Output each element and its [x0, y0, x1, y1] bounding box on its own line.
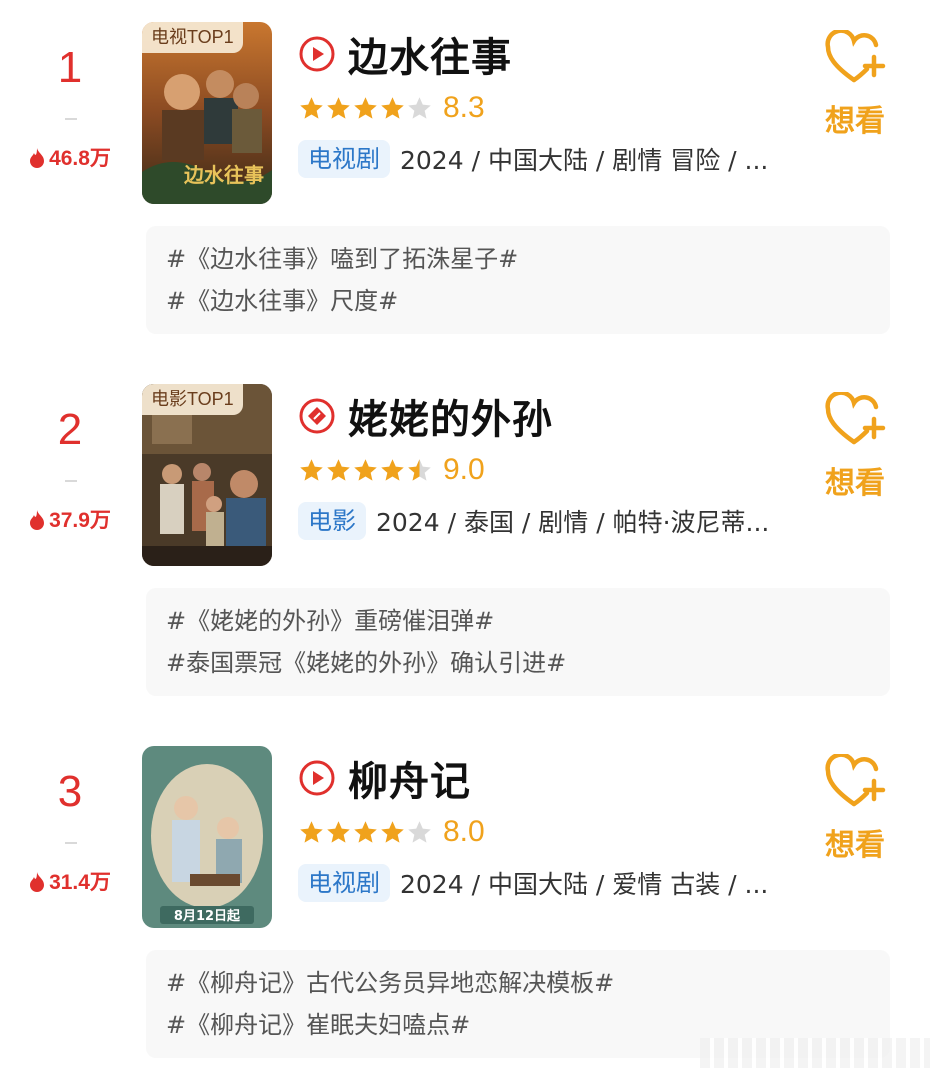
meta-row: 电视剧 2024 / 中国大陆 / 剧情 冒险 / ...: [298, 138, 768, 180]
star-full-icon: [381, 458, 404, 481]
star-half-icon: [408, 458, 431, 481]
score-value: 8.3: [443, 91, 485, 124]
star-full-icon: [300, 96, 323, 119]
star-rating: [298, 457, 433, 484]
star-rating: [298, 819, 433, 846]
topic-link[interactable]: #《边水往事》尺度#: [166, 280, 870, 322]
star-full-icon: [327, 96, 350, 119]
heat-value: 46.8万: [49, 147, 111, 170]
rating-row: 8.3: [298, 88, 485, 128]
meta-text: 2024 / 中国大陆 / 剧情 冒险 / ...: [400, 146, 769, 175]
heat-count: 31.4万: [20, 870, 120, 899]
item-title[interactable]: 柳舟记: [348, 749, 471, 807]
heat-count: 37.9万: [20, 508, 120, 537]
rating-row: 9.0: [298, 450, 485, 490]
star-empty-icon: [408, 820, 431, 843]
meta-text: 2024 / 中国大陆 / 爱情 古装 / ...: [400, 870, 769, 899]
svg-text:边水往事: 边水往事: [183, 163, 264, 187]
heat-value: 37.9万: [49, 509, 111, 532]
topic-link[interactable]: #泰国票冠《姥姥的外孙》确认引进#: [166, 642, 870, 684]
star-full-icon: [354, 458, 377, 481]
meta-row: 电影 2024 / 泰国 / 剧情 / 帕特·波尼蒂...: [298, 500, 769, 542]
rank-column: 1 46.8万: [20, 0, 120, 190]
play-circle-icon: [299, 760, 335, 796]
want-label: 想看: [825, 466, 885, 501]
star-full-icon: [381, 820, 404, 843]
poster-date-caption: 8月12日起: [174, 908, 241, 924]
want-to-watch-button[interactable]: 想看: [818, 754, 892, 864]
want-to-watch-button[interactable]: 想看: [818, 392, 892, 502]
meta-text: 2024 / 泰国 / 剧情 / 帕特·波尼蒂...: [376, 508, 770, 537]
topic-box: #《边水往事》嗑到了拓洙星子# #《边水往事》尺度#: [146, 226, 890, 334]
rating-row: 8.0: [298, 812, 485, 852]
star-full-icon: [327, 820, 350, 843]
heat-count: 46.8万: [20, 146, 120, 175]
title-row[interactable]: 柳舟记: [298, 750, 471, 806]
type-badge: 电影: [298, 502, 366, 540]
ranking-item[interactable]: 2 37.9万 电影TOP1 姥姥的外孙 9.0 电影 2024 / 泰国 / …: [0, 362, 930, 702]
poster-image[interactable]: 8月12日起: [142, 746, 272, 928]
type-badge: 电视剧: [298, 864, 390, 902]
heart-plus-icon: [825, 754, 886, 807]
want-to-watch-button[interactable]: 想看: [818, 30, 892, 140]
ranking-item[interactable]: 1 46.8万 边水往事 电视TOP1 边水往事 8.3 电视剧 2024 / …: [0, 0, 930, 340]
rank-number: 1: [57, 43, 83, 92]
want-label: 想看: [825, 104, 885, 139]
rank-column: 2 37.9万: [20, 362, 120, 552]
title-row[interactable]: 边水往事: [298, 26, 512, 82]
topic-box: #《姥姥的外孙》重磅催泪弹# #泰国票冠《姥姥的外孙》确认引进#: [146, 588, 890, 696]
poster-image[interactable]: 边水往事 电视TOP1: [142, 22, 272, 204]
topic-link[interactable]: #《姥姥的外孙》重磅催泪弹#: [166, 600, 870, 642]
topic-link[interactable]: #《边水往事》嗑到了拓洙星子#: [166, 238, 870, 280]
rank-column: 3 31.4万: [20, 724, 120, 914]
star-rating: [298, 95, 433, 122]
heart-plus-icon: [825, 392, 886, 445]
rank-number: 2: [57, 405, 83, 454]
score-value: 8.0: [443, 815, 485, 848]
want-label: 想看: [825, 828, 885, 863]
rank-change-dash: [65, 118, 77, 120]
movie-ticket-icon: [299, 398, 335, 434]
play-circle-icon: [299, 36, 335, 72]
watermark-strip: [700, 1038, 930, 1068]
topic-link[interactable]: #《柳舟记》古代公务员异地恋解决模板#: [166, 962, 870, 1004]
rank-change-dash: [65, 842, 77, 844]
star-full-icon: [354, 820, 377, 843]
flame-icon: [29, 148, 45, 175]
star-full-icon: [381, 96, 404, 119]
poster-image[interactable]: 电影TOP1: [142, 384, 272, 566]
title-row[interactable]: 姥姥的外孙: [298, 388, 553, 444]
heart-plus-icon: [825, 30, 886, 83]
heat-value: 31.4万: [49, 871, 111, 894]
meta-row: 电视剧 2024 / 中国大陆 / 爱情 古装 / ...: [298, 862, 768, 904]
star-full-icon: [327, 458, 350, 481]
score-value: 9.0: [443, 453, 485, 486]
poster-top-tag: 电影TOP1: [142, 384, 243, 415]
ranking-item[interactable]: 3 31.4万 8月12日起 柳舟记 8.0 电视剧 2024 / 中国大陆 /…: [0, 724, 930, 1064]
flame-icon: [29, 872, 45, 899]
flame-icon: [29, 510, 45, 537]
item-title[interactable]: 边水往事: [348, 25, 512, 83]
rank-change-dash: [65, 480, 77, 482]
star-full-icon: [354, 96, 377, 119]
rank-number: 3: [57, 767, 83, 816]
star-empty-icon: [408, 96, 431, 119]
item-title[interactable]: 姥姥的外孙: [348, 387, 553, 445]
poster-top-tag: 电视TOP1: [142, 22, 243, 53]
star-full-icon: [300, 458, 323, 481]
type-badge: 电视剧: [298, 140, 390, 178]
star-full-icon: [300, 820, 323, 843]
